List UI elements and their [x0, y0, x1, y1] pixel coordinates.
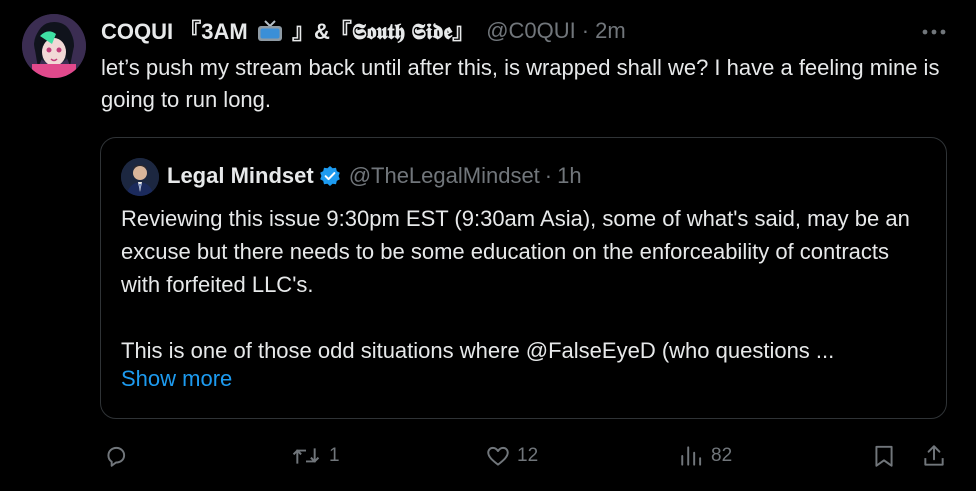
heart-icon: [487, 446, 509, 466]
quote-tweet-card[interactable]: Legal Mindset @TheLegalMindset · 1h Revi…: [100, 137, 947, 419]
avatar[interactable]: [22, 14, 86, 78]
avatar-image: [22, 14, 86, 78]
repost-count: 1: [329, 445, 340, 466]
separator-dot: ·: [581, 18, 590, 43]
timestamp[interactable]: 2m: [595, 18, 626, 44]
quote-display-name[interactable]: Legal Mindset: [167, 163, 314, 189]
quote-paragraph-2: This is one of those odd situations wher…: [121, 338, 835, 363]
show-more-link[interactable]: Show more: [121, 366, 232, 392]
quote-avatar[interactable]: [121, 158, 159, 196]
verified-badge-icon: [319, 165, 341, 187]
views-icon: [681, 446, 702, 466]
quote-text: Reviewing this issue 9:30pm EST (9:30am …: [121, 202, 931, 367]
views-count: 82: [711, 445, 733, 466]
quote-handle[interactable]: @TheLegalMindset: [349, 163, 540, 189]
tweet-text: let’s push my stream back until after th…: [101, 55, 940, 112]
tv-emoji-icon: [257, 19, 283, 48]
bookmark-icon: [875, 445, 893, 467]
bookmark-button[interactable]: [871, 438, 897, 474]
tweet-header: COQUI 『3AM 』&『𝕾𝖔𝖚𝖙𝖍 𝕾𝖎𝖉𝖊』 @C0QUI · 2m: [101, 16, 916, 46]
quote-timestamp[interactable]: 1h: [557, 163, 581, 189]
more-icon: [922, 29, 946, 35]
more-options-button[interactable]: [920, 20, 948, 44]
like-count: 12: [517, 445, 539, 466]
like-button[interactable]: 12: [485, 438, 538, 474]
display-name[interactable]: COQUI 『3AM 』&『𝕾𝖔𝖚𝖙𝖍 𝕾𝖎𝖉𝖊』: [101, 14, 474, 47]
quote-separator-dot: ·: [544, 163, 553, 188]
share-icon: [924, 445, 944, 466]
handle[interactable]: @C0QUI: [486, 18, 576, 44]
display-name-main: COQUI 『3AM: [101, 19, 248, 45]
quote-paragraph-1: Reviewing this issue 9:30pm EST (9:30am …: [121, 206, 910, 297]
display-name-tail: 』&『𝕾𝖔𝖚𝖙𝖍 𝕾𝖎𝖉𝖊』: [291, 19, 475, 45]
share-button[interactable]: [921, 438, 947, 474]
quote-header: Legal Mindset @TheLegalMindset · 1h: [167, 160, 582, 192]
quote-avatar-image: [121, 158, 159, 196]
reply-button[interactable]: [103, 438, 129, 474]
repost-icon: [292, 448, 320, 464]
repost-button[interactable]: 1: [289, 438, 340, 474]
reply-icon: [107, 446, 126, 467]
views-button[interactable]: 82: [679, 438, 732, 474]
action-bar: 1 12 82: [0, 438, 976, 474]
